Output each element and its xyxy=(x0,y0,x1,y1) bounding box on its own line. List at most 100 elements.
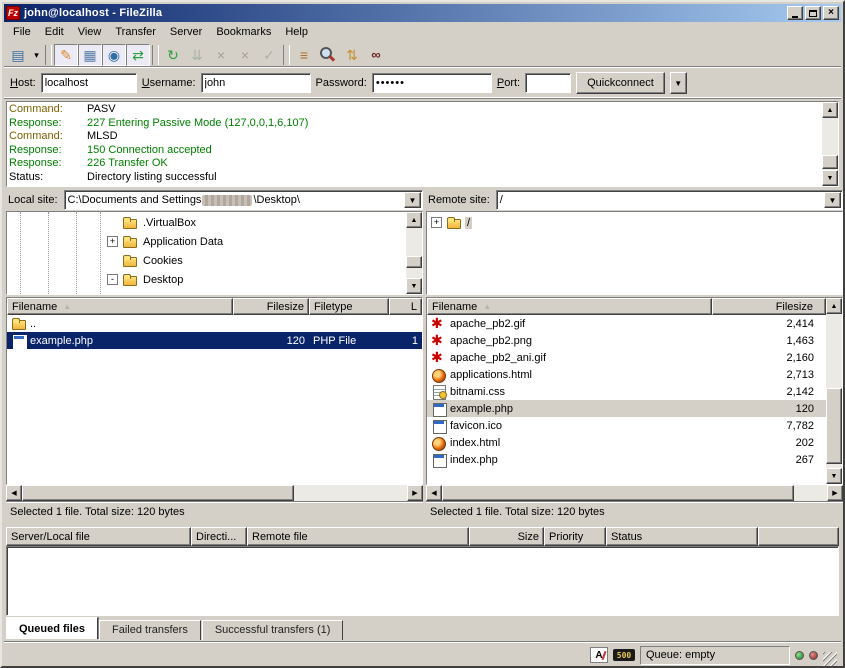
menu-item[interactable]: Help xyxy=(278,24,315,40)
toolbar-button[interactable]: ⇅ xyxy=(340,44,364,66)
scroll-right-icon[interactable]: ▶ xyxy=(827,485,843,501)
tree-expander-icon[interactable]: - xyxy=(107,274,118,285)
tree-item[interactable]: .VirtualBox xyxy=(7,213,406,232)
column-header-server-local-file[interactable]: Server/Local file xyxy=(6,527,191,546)
scroll-up-icon[interactable]: ▲ xyxy=(822,102,838,118)
scroll-up-icon[interactable]: ▲ xyxy=(826,298,842,314)
toolbar-button[interactable]: ≡ xyxy=(292,44,316,66)
file-row[interactable]: index.html 202 xyxy=(427,434,826,451)
tree-expander-icon[interactable]: + xyxy=(431,217,442,228)
toolbar-button[interactable] xyxy=(283,45,290,65)
toolbar-button[interactable]: ⇊ xyxy=(185,44,209,66)
toolbar-button[interactable] xyxy=(45,45,52,65)
password-input[interactable] xyxy=(372,73,492,93)
menu-item[interactable]: Edit xyxy=(38,24,71,40)
scroll-left-icon[interactable]: ◀ xyxy=(426,485,442,501)
toolbar-button[interactable]: ⇄ xyxy=(126,44,150,66)
scroll-right-icon[interactable]: ▶ xyxy=(407,485,423,501)
toolbar-button[interactable]: ▾ xyxy=(30,44,43,66)
log-scrollbar[interactable]: ▲ ▼ xyxy=(822,102,838,186)
column-header-filename[interactable]: Filename▲ xyxy=(7,298,233,315)
column-header-direction[interactable]: Directi... xyxy=(191,527,247,546)
file-row[interactable]: apache_pb2.png 1,463 xyxy=(427,332,826,349)
column-header-status[interactable]: Status xyxy=(606,527,758,546)
toolbar-button[interactable]: ▤ xyxy=(6,44,30,66)
remote-site-dropdown-icon[interactable]: ▼ xyxy=(824,192,841,208)
file-row[interactable]: applications.html 2,713 xyxy=(427,366,826,383)
menu-item[interactable]: File xyxy=(6,24,38,40)
file-row[interactable]: apache_pb2_ani.gif 2,160 xyxy=(427,349,826,366)
username-input[interactable] xyxy=(201,73,311,93)
menu-item[interactable]: Bookmarks xyxy=(209,24,278,40)
transfer-type-ascii-icon[interactable]: A xyxy=(590,647,608,663)
queue-tab[interactable]: Queued files xyxy=(6,617,98,639)
toolbar-button[interactable]: ✓ xyxy=(257,44,281,66)
toolbar: ▤▾✎▦◉⇄↻⇊××✓≡⇅∞ xyxy=(4,42,841,68)
local-hscroll-thumb[interactable] xyxy=(22,485,294,501)
close-button[interactable]: × xyxy=(823,6,839,20)
maximize-button[interactable] xyxy=(805,6,821,20)
file-row[interactable]: bitnami.css 2,142 xyxy=(427,383,826,400)
toolbar-button[interactable]: × xyxy=(209,44,233,66)
file-row[interactable]: example.php 120 xyxy=(427,400,826,417)
local-site-combobox[interactable]: C:\Documents and Settings\Desktop\ ▼ xyxy=(64,190,423,210)
host-input[interactable] xyxy=(41,73,137,93)
toolbar-button[interactable]: ↻ xyxy=(161,44,185,66)
resize-grip[interactable] xyxy=(823,652,837,666)
tree-item[interactable]: - Desktop xyxy=(7,270,406,289)
local-site-dropdown-icon[interactable]: ▼ xyxy=(404,192,421,208)
local-tree-scrollbar[interactable]: ▲ ▼ xyxy=(406,212,422,294)
tree-expander-icon[interactable]: + xyxy=(107,236,118,247)
tree-item[interactable]: + Application Data xyxy=(7,232,406,251)
scroll-up-icon[interactable]: ▲ xyxy=(406,212,422,228)
remote-site-combobox[interactable]: / ▼ xyxy=(496,190,843,210)
toolbar-button[interactable]: ✎ xyxy=(54,44,78,66)
column-header-filesize[interactable]: Filesize xyxy=(233,298,309,315)
filename: favicon.ico xyxy=(450,420,502,432)
column-header-priority[interactable]: Priority xyxy=(544,527,606,546)
file-row[interactable]: example.php 120 PHP File 1 xyxy=(7,332,422,349)
column-header-lastmodified[interactable]: L xyxy=(389,298,422,315)
log-line: Command: PASV xyxy=(9,103,820,117)
menu-item[interactable]: Transfer xyxy=(108,24,163,40)
toolbar-button[interactable]: ∞ xyxy=(364,44,388,66)
scroll-left-icon[interactable]: ◀ xyxy=(6,485,22,501)
remote-tree: + / xyxy=(426,211,843,295)
remote-hscroll-thumb[interactable] xyxy=(442,485,794,501)
quickconnect-dropdown[interactable]: ▼ xyxy=(670,72,687,94)
quickconnect-button[interactable]: Quickconnect xyxy=(576,72,665,94)
file-row[interactable]: favicon.ico 7,782 xyxy=(427,417,826,434)
port-input[interactable] xyxy=(525,73,571,93)
toolbar-button[interactable] xyxy=(316,44,340,66)
toolbar-button[interactable]: ▦ xyxy=(78,44,102,66)
file-row[interactable]: apache_pb2.gif 2,414 xyxy=(427,315,826,332)
file-row[interactable]: index.php 267 xyxy=(427,451,826,468)
message-log: Command: PASV Response: 227 Entering Pas… xyxy=(7,102,822,186)
queue-tab[interactable]: Failed transfers xyxy=(99,620,201,640)
remote-hscrollbar[interactable]: ◀ ▶ xyxy=(426,485,843,501)
toolbar-button[interactable] xyxy=(152,45,159,65)
tree-scroll-thumb[interactable] xyxy=(406,256,422,268)
scroll-down-icon[interactable]: ▼ xyxy=(826,468,842,484)
tree-item[interactable]: Cookies xyxy=(7,251,406,270)
toolbar-button[interactable]: × xyxy=(233,44,257,66)
column-header-filename[interactable]: Filename▲ xyxy=(427,298,712,315)
queue-tab[interactable]: Successful transfers (1) xyxy=(202,620,344,640)
column-header-size[interactable]: Size xyxy=(469,527,544,546)
column-header-filesize[interactable]: Filesize xyxy=(712,298,826,315)
toolbar-button[interactable]: ◉ xyxy=(102,44,126,66)
minimize-button[interactable] xyxy=(787,6,803,20)
menu-item[interactable]: View xyxy=(71,24,109,40)
speed-limit-badge-icon[interactable]: 500 xyxy=(613,649,635,661)
column-header-remote-file[interactable]: Remote file xyxy=(247,527,469,546)
menu-item[interactable]: Server xyxy=(163,24,209,40)
remote-scroll-thumb[interactable] xyxy=(826,388,842,464)
scroll-down-icon[interactable]: ▼ xyxy=(406,278,422,294)
column-header-filetype[interactable]: Filetype xyxy=(309,298,389,315)
log-scroll-thumb[interactable] xyxy=(822,155,838,169)
local-hscrollbar[interactable]: ◀ ▶ xyxy=(6,485,423,501)
tree-item[interactable]: + / xyxy=(427,213,842,232)
scroll-down-icon[interactable]: ▼ xyxy=(822,170,838,186)
remote-list-scrollbar[interactable]: ▲ ▼ xyxy=(826,298,842,484)
file-row[interactable]: .. xyxy=(7,315,422,332)
